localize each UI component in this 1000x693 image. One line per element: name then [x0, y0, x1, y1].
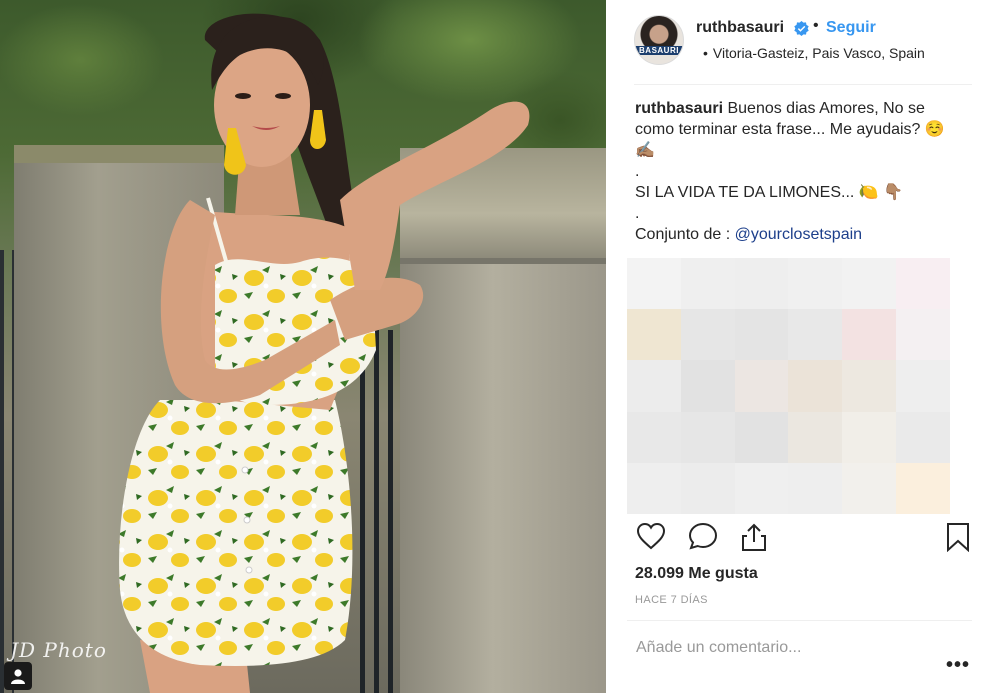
- bookmark-icon[interactable]: [946, 522, 970, 552]
- follow-button[interactable]: Seguir: [826, 19, 876, 37]
- comment-input[interactable]: [636, 636, 926, 660]
- blurred-comments-area: [627, 258, 950, 514]
- tagged-users-button[interactable]: [4, 662, 32, 690]
- post-timestamp[interactable]: HACE 7 DÍAS: [635, 594, 708, 606]
- caption-line: ✍🏽: [635, 142, 655, 159]
- caption-line: .: [635, 163, 640, 180]
- header-divider: [634, 84, 972, 85]
- mention-link[interactable]: @yourclosetspain: [735, 226, 862, 243]
- post-photo[interactable]: JD Photo: [0, 0, 606, 693]
- person-icon: [11, 669, 25, 684]
- avatar[interactable]: BASAURI: [634, 15, 684, 65]
- location-link[interactable]: • Vitoria-Gasteiz, Pais Vasco, Spain: [703, 45, 925, 61]
- post-side-panel: BASAURI ruthbasauri • Seguir • Vitoria-Ga…: [606, 0, 1000, 693]
- likes-count[interactable]: 28.099 Me gusta: [635, 565, 758, 583]
- caption-line: ruthbasauri Buenos dias Amores, No se: [635, 98, 980, 119]
- caption-credit-prefix: Conjunto de :: [635, 226, 735, 243]
- comment-icon[interactable]: [688, 522, 718, 550]
- caption-line: como terminar esta frase... Me ayudais? …: [635, 121, 945, 138]
- caption-username[interactable]: ruthbasauri: [635, 100, 723, 117]
- caption-line: Conjunto de : @yourclosetspain: [635, 224, 980, 245]
- avatar-brand-text: BASAURI: [635, 46, 683, 55]
- woman-figure: [119, 13, 530, 693]
- heart-icon[interactable]: [636, 522, 666, 550]
- share-icon[interactable]: [739, 522, 769, 552]
- post-caption: ruthbasauri Buenos dias Amores, No se co…: [635, 98, 980, 245]
- caption-text: Buenos dias Amores, No se: [727, 100, 925, 117]
- comment-divider: [627, 620, 972, 621]
- more-options-button[interactable]: •••: [946, 654, 970, 677]
- post-actions: [606, 518, 1000, 558]
- caption-line: .: [635, 205, 640, 222]
- verified-badge-icon: [794, 21, 809, 36]
- post-header: BASAURI ruthbasauri • Seguir • Vitoria-Ga…: [606, 0, 1000, 84]
- location-bullet: •: [703, 45, 708, 61]
- location-text: Vitoria-Gasteiz, Pais Vasco, Spain: [712, 45, 925, 61]
- photo-watermark: JD Photo: [10, 638, 107, 662]
- caption-line: SI LA VIDA TE DA LIMONES... 🍋 👇🏽: [635, 184, 904, 201]
- separator-dot: •: [813, 17, 819, 34]
- username-link[interactable]: ruthbasauri: [696, 19, 784, 37]
